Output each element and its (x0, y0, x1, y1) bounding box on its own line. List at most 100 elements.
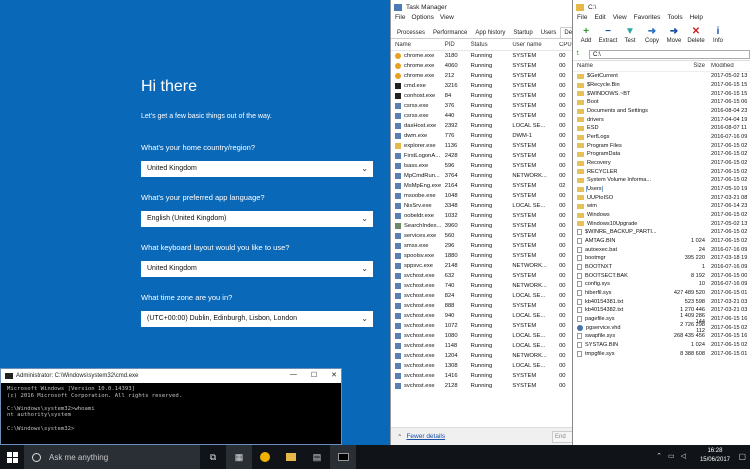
file-row[interactable]: hiberfil.sys 427 489 520 2017-06-15 01: (573, 289, 750, 298)
process-row[interactable]: svchost.exe 888 Running SYSTEM 00 (391, 301, 572, 311)
process-row[interactable]: dasHost.exe 2392 Running LOCAL SE... 00 (391, 121, 572, 131)
start-button[interactable] (0, 445, 24, 469)
file-row[interactable]: bootmgr 395 220 2017-03-18 19: (573, 254, 750, 263)
clock[interactable]: 16:28 15/06/2017 (700, 447, 730, 465)
volume-icon[interactable]: ◁ (681, 452, 686, 460)
7zip-taskbar-icon[interactable] (278, 445, 304, 469)
menu-favorites[interactable]: Favorites (634, 14, 661, 25)
process-row[interactable]: csrss.exe 376 Running SYSTEM 00 (391, 101, 572, 111)
tab-processes[interactable]: Processes (393, 27, 429, 38)
menu-view[interactable]: View (613, 14, 627, 25)
column-modified[interactable]: Modified (707, 63, 747, 69)
file-row[interactable]: RECYCLER 2017-06-15 02: (573, 167, 750, 176)
process-row[interactable]: explorer.exe 1136 Running SYSTEM 00 (391, 141, 572, 151)
process-row[interactable]: dwm.exe 776 Running DWM-1 00 (391, 131, 572, 141)
file-row[interactable]: kb40154382.txt 1 270 446 2017-03-21 03: (573, 306, 750, 315)
file-row[interactable]: kb40154381.txt 523 598 2017-03-21 03: (573, 297, 750, 306)
file-row[interactable]: pagefile.sys 1 409 286 144 2017-06-15 16: (573, 313, 750, 325)
cmd-console[interactable]: Microsoft Windows [Version 10.0.14393] (c… (1, 383, 341, 435)
file-row[interactable]: pgservice.vhd 2 726 298 112 2017-06-15 02: (573, 322, 750, 334)
file-row[interactable]: Windows 2017-06-15 02: (573, 211, 750, 220)
process-row[interactable]: csrss.exe 440 Running SYSTEM 00 (391, 111, 572, 121)
process-row[interactable]: lsass.exe 596 Running SYSTEM 00 (391, 161, 572, 171)
task-manager-window[interactable]: Task Manager File Options View Processes… (390, 0, 572, 445)
process-row[interactable]: SearchIndex... 3960 Running SYSTEM 00 (391, 221, 572, 231)
process-row[interactable]: sppsvc.exe 2148 Running NETWORK... 00 (391, 261, 572, 271)
close-icon[interactable]: ✕ (331, 371, 337, 379)
file-row[interactable]: $WINDOWS.~BT 2017-06-15 15: (573, 89, 750, 98)
keyboard-select[interactable]: United Kingdom ⌄ (141, 261, 373, 277)
process-row[interactable]: svchost.exe 632 Running SYSTEM 00 (391, 271, 572, 281)
menu-file[interactable]: File (395, 14, 405, 25)
menu-tools[interactable]: Tools (667, 14, 682, 25)
file-row[interactable]: Recovery 2017-06-15 02: (573, 159, 750, 168)
move-button[interactable]: ➜ Move (663, 25, 685, 49)
end-task-button[interactable]: End (552, 431, 572, 443)
file-row[interactable]: Documents and Settings 2016-08-04 23: (573, 107, 750, 116)
address-input[interactable]: C:\ (589, 50, 750, 59)
file-row[interactable]: ProgramData 2017-06-15 02: (573, 150, 750, 159)
network-icon[interactable]: ▭ (668, 452, 675, 460)
process-row[interactable]: svchost.exe 740 Running NETWORK... 00 (391, 281, 572, 291)
column-user-name[interactable]: User name (512, 42, 559, 48)
file-row[interactable]: config.sys 10 2016-07-16 09: (573, 280, 750, 289)
file-row[interactable]: swapfile.sys 268 435 456 2017-06-15 16: (573, 332, 750, 341)
menu-options[interactable]: Options (411, 14, 433, 25)
column-size[interactable]: Size (671, 63, 707, 69)
fewer-details-link[interactable]: Fewer details (406, 433, 445, 440)
file-row[interactable]: $Recycle.Bin 2017-06-15 15: (573, 81, 750, 90)
fm-titlebar[interactable]: C:\ (573, 0, 750, 14)
process-row[interactable]: svchost.exe 1072 Running SYSTEM 00 (391, 321, 572, 331)
process-row[interactable]: MsMpEng.exe 2164 Running SYSTEM 02 (391, 181, 572, 191)
file-row[interactable]: $GetCurrent 2017-05-02 13: (573, 72, 750, 81)
copy-button[interactable]: ➜ Copy (641, 25, 663, 49)
process-row[interactable]: services.exe 560 Running SYSTEM 00 (391, 231, 572, 241)
file-row[interactable]: System Volume Informa... 2017-06-15 02: (573, 176, 750, 185)
tab-startup[interactable]: Startup (509, 27, 536, 38)
file-row[interactable]: Boot 2017-06-15 06: (573, 98, 750, 107)
action-center-icon[interactable]: ▢ (738, 452, 746, 461)
process-row[interactable]: chrome.exe 212 Running SYSTEM 00 (391, 71, 572, 81)
file-row[interactable]: tmpgfile.sys 8 388 608 2017-06-15 01: (573, 350, 750, 359)
menu-view[interactable]: View (440, 14, 454, 25)
file-row[interactable]: Users 2017-05-10 19: (573, 185, 750, 194)
process-row[interactable]: NisSrv.exe 3348 Running LOCAL SE... 00 (391, 201, 572, 211)
process-row[interactable]: svchost.exe 2128 Running SYSTEM 00 (391, 381, 572, 391)
up-folder-icon[interactable]: ⮤ (576, 51, 580, 58)
file-row[interactable]: AMTAG.BIN 1 024 2017-06-15 02: (573, 237, 750, 246)
delete-button[interactable]: ✕ Delete (685, 25, 707, 49)
cmd-titlebar[interactable]: Administrator: C:\Windows\system32\cmd.e… (1, 369, 341, 383)
tab-performance[interactable]: Performance (429, 27, 471, 38)
file-row[interactable]: $WINRE_BACKUP_PARTI... 2017-06-15 02: (573, 228, 750, 237)
maximize-icon[interactable]: ☐ (311, 371, 317, 379)
chevron-up-icon[interactable]: ⌃ (656, 452, 662, 460)
process-row[interactable]: svchost.exe 1204 Running NETWORK... 00 (391, 351, 572, 361)
tab-users[interactable]: Users (537, 27, 561, 38)
add-button[interactable]: + Add (575, 25, 597, 49)
process-row[interactable]: spoolsv.exe 1880 Running SYSTEM 00 (391, 251, 572, 261)
file-row[interactable]: wim 2017-06-14 23: (573, 202, 750, 211)
process-row[interactable]: svchost.exe 1148 Running LOCAL SE... 00 (391, 341, 572, 351)
explorer-taskbar-icon[interactable]: ▤ (304, 445, 330, 469)
info-button[interactable]: i Info (707, 25, 729, 49)
process-row[interactable]: FirstLogonA... 2428 Running SYSTEM 00 (391, 151, 572, 161)
task-manager-taskbar-icon[interactable]: ▦ (226, 445, 252, 469)
minimize-icon[interactable]: — (290, 371, 297, 379)
file-row[interactable]: autoexec.bat 24 2016-07-16 09: (573, 245, 750, 254)
process-row[interactable]: chrome.exe 3180 Running SYSTEM 00 (391, 51, 572, 61)
tab-details[interactable]: Details (560, 27, 572, 38)
process-row[interactable]: smss.exe 296 Running SYSTEM 00 (391, 241, 572, 251)
process-row[interactable]: chrome.exe 4060 Running SYSTEM 00 (391, 61, 572, 71)
column-cpu[interactable]: CPU (559, 42, 572, 48)
process-row[interactable]: oobeldr.exe 1032 Running SYSTEM 00 (391, 211, 572, 221)
taskmgr-titlebar[interactable]: Task Manager (391, 0, 572, 14)
app-language-select[interactable]: English (United Kingdom) ⌄ (141, 211, 373, 227)
cmd-taskbar-icon[interactable] (330, 445, 356, 469)
file-row[interactable]: PerfLogs 2016-07-16 09: (573, 133, 750, 142)
cortana-search-box[interactable]: Ask me anything (24, 445, 200, 469)
extract-button[interactable]: − Extract (597, 25, 619, 49)
menu-help[interactable]: Help (690, 14, 703, 25)
file-row[interactable]: Windows10Upgrade 2017-05-02 13: (573, 219, 750, 228)
column-pid[interactable]: PID (445, 42, 471, 48)
process-row[interactable]: svchost.exe 824 Running LOCAL SE... 00 (391, 291, 572, 301)
